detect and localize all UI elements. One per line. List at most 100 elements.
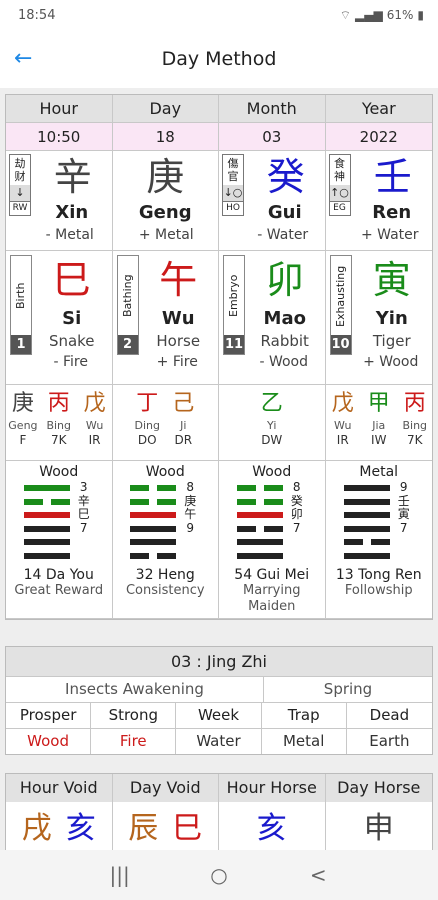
phase-element: Earth (369, 732, 410, 750)
recents-icon[interactable]: ||| (100, 855, 140, 895)
day-void-value[interactable]: 辰巳 (113, 802, 219, 850)
hidden-stem-name: Wu (334, 419, 352, 432)
signal-icon: ▂▄▆ (355, 8, 383, 22)
hidden-stem-name: Bing (402, 419, 428, 432)
home-icon[interactable]: ○ (199, 855, 239, 895)
hidden-stems-day[interactable]: 丁 Ding DO 己 Ji DR (112, 385, 219, 461)
void-char: 巳 (172, 811, 217, 846)
branch-animal: Snake (48, 332, 95, 350)
header-day: Day (112, 95, 219, 123)
phase-element-row: Wood Fire Water Metal Earth (6, 729, 432, 754)
hexagram-cell-day[interactable]: Wood 8 庚午 9 32 Heng Consistency (112, 461, 219, 619)
hexagram-name: 14 Da You (23, 567, 94, 583)
header-hour: Hour (6, 95, 113, 123)
hidden-stem-name: Jia (372, 419, 386, 432)
hidden-stem: 己 Ji DR (166, 389, 200, 449)
wifi-icon: ⌔ (339, 7, 352, 22)
stem-element: + Water (360, 227, 419, 243)
season-row: Insects Awakening Spring (6, 677, 432, 703)
stem-element: - Metal (45, 227, 94, 243)
yang-line (343, 485, 390, 491)
hexagram-number: 辛 (77, 493, 90, 508)
arrow-icon: ↓○ (223, 185, 243, 201)
void-char: 辰 (128, 811, 173, 846)
yang-line (130, 512, 177, 518)
back-arrow-icon[interactable]: ← (14, 47, 40, 71)
life-stage-label: Bathing (120, 274, 134, 318)
stem-pinyin: Geng (138, 202, 192, 223)
hidden-stems-month[interactable]: 乙 Yi DW (219, 385, 326, 461)
hidden-stems-row: 庚 Geng F 丙 Bing 7K 戊 Wu IR 丁 Ding DO 己 Ji DR 乙 Yi DW 戊W… (6, 385, 432, 461)
hidden-stem-god: DW (261, 433, 283, 447)
branch-element: - Fire (53, 354, 89, 370)
down-arrow-icon: ↓ (10, 185, 30, 201)
time-day: 18 (112, 123, 219, 151)
yin-line (236, 485, 283, 491)
hidden-stems-hour[interactable]: 庚 Geng F 丙 Bing 7K 戊 Wu IR (6, 385, 113, 461)
yang-line (23, 539, 70, 545)
hexagram-number: 3 (79, 480, 88, 494)
content-area[interactable]: Hour Day Month Year 10:50 18 03 2022 劫财 … (0, 88, 438, 850)
yang-line (130, 539, 177, 545)
hidden-stem-name: Ding (134, 419, 160, 432)
hidden-stem: 丁 Ding DO (130, 389, 164, 449)
phase-label: Trap (262, 703, 347, 728)
stem-char: 辛 (53, 155, 92, 199)
stem-cell-month[interactable]: 傷官 ↓○ HO 癸 Gui - Water (219, 151, 326, 251)
hexagram-numbers: 3辛巳7 (74, 480, 94, 535)
life-stage-box: Embryo 11 (223, 255, 245, 355)
life-stage-number: 10 (330, 335, 351, 354)
yin-line (130, 498, 177, 505)
yang-line (343, 552, 390, 559)
branch-cell-day[interactable]: Bathing 2 午 Wu Horse + Fire (112, 251, 219, 385)
phase-label: Prosper (6, 703, 92, 728)
branch-cell-hour[interactable]: Birth 1 巳 Si Snake - Fire (6, 251, 113, 385)
day-horse-value[interactable]: 申 (326, 802, 433, 850)
phase-element: Metal (262, 729, 347, 754)
hexagram-name: 13 Tong Ren (335, 567, 422, 583)
arrow-icon: ↑○ (329, 185, 350, 201)
stem-cell-year[interactable]: 食神 ↑○ EG 壬 Ren + Water (325, 151, 432, 251)
hexagram-name: 32 Heng (135, 567, 195, 583)
stem-cell-day[interactable]: 庚 Geng + Metal (112, 151, 219, 251)
time-month: 03 (219, 123, 326, 151)
ten-god-abbr: EG (329, 201, 350, 215)
header-hour-void: Hour Void (6, 774, 113, 802)
hexagram-number: 癸 (290, 493, 303, 508)
stem-pinyin: Gui (267, 202, 302, 223)
stem-char: 癸 (266, 155, 305, 199)
hexagram-number: 7 (79, 520, 88, 535)
branch-cell-year[interactable]: Exhausting 10 寅 Yin Tiger + Wood (325, 251, 432, 385)
hexagram-figure: 3辛巳7 (23, 480, 94, 565)
hour-void-value[interactable]: 戌亥 (6, 802, 113, 850)
solar-term: Insects Awakening (6, 677, 264, 702)
yin-line (23, 498, 70, 505)
hidden-stems-year[interactable]: 戊 Wu IR 甲 Jia IW 丙 Bing 7K (325, 385, 432, 461)
hidden-stem-god: 7K (406, 433, 423, 447)
hidden-stem: 戊 Wu IR (78, 389, 112, 449)
battery-text: 61% (386, 8, 414, 22)
life-stage-label: Embryo (227, 274, 240, 318)
branch-char: 巳 (52, 258, 91, 302)
branch-element: + Fire (156, 354, 198, 370)
yang-line (130, 525, 177, 532)
ten-god-chars: 食神 (334, 157, 345, 183)
hexagram-element: Wood (252, 464, 292, 480)
ten-god-box: 劫财 ↓ RW (9, 154, 31, 216)
hexagram-figure: 9壬寅7 (343, 480, 414, 565)
void-char: 戌 (21, 811, 66, 846)
hexagram-figure: 8庚午9 (130, 480, 200, 565)
time-hour: 10:50 (6, 123, 113, 151)
hexagram-cell-year[interactable]: Metal 9 壬寅 7 13 Tong Ren Followship (325, 461, 432, 619)
hexagram-cell-hour[interactable]: Wood 3 辛巳 7 14 Da You Great Reward (6, 461, 113, 619)
void-char: 亥 (256, 811, 301, 846)
stem-char: 壬 (373, 155, 412, 199)
hexagram-element: Wood (39, 464, 79, 480)
hexagram-cell-month[interactable]: Wood 8 癸卯 7 54 Gui Mei Marrying Maiden (219, 461, 326, 619)
branch-cell-month[interactable]: Embryo 11 卯 Mao Rabbit - Wood (219, 251, 326, 385)
back-icon[interactable]: < (298, 855, 338, 895)
hexagram-number: 庚 (184, 493, 197, 508)
hidden-stem-char: 乙 (260, 391, 283, 416)
hour-horse-value[interactable]: 亥 (219, 802, 326, 850)
stem-cell-hour[interactable]: 劫财 ↓ RW 辛 Xin - Metal (6, 151, 113, 251)
